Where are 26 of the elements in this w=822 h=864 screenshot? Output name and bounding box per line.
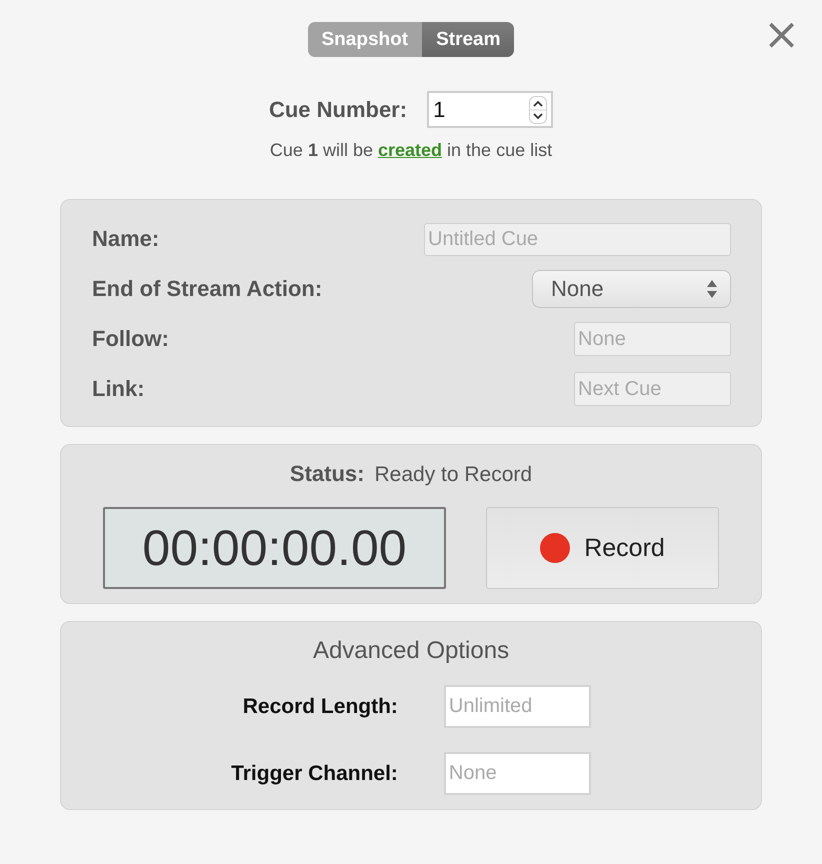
field-label: End of Stream Action: [92, 276, 322, 302]
status-text: Status: Ready to Record [288, 461, 534, 487]
text-field[interactable]: Next Cue [574, 372, 731, 406]
cue-number-label: Cue Number: [268, 96, 408, 122]
field-label: Record Length: [242, 694, 398, 718]
field-label: Follow: [92, 326, 169, 352]
mode-tab[interactable]: Stream [422, 22, 514, 57]
text-field[interactable]: Untitled Cue [424, 222, 731, 256]
record-icon [540, 533, 570, 563]
cue-number-field[interactable]: 1 [427, 91, 554, 128]
text-field[interactable]: None [444, 752, 591, 795]
field-label: Name: [92, 226, 160, 252]
record-button[interactable]: Record [486, 507, 719, 589]
field-label: Link: [92, 376, 145, 402]
stepper-icon [529, 96, 548, 124]
text-field[interactable]: None [574, 322, 731, 356]
text-field[interactable]: Unlimited [444, 685, 591, 728]
panel-title: Advanced Options [312, 637, 510, 665]
mode-tab[interactable]: Snapshot [308, 22, 422, 57]
field-label: Trigger Channel: [231, 762, 398, 786]
timer-display: 00:00:00.00 [103, 507, 446, 589]
close-button[interactable]: × [763, 20, 800, 50]
created-link[interactable]: created [378, 140, 442, 160]
up-down-arrows-icon [706, 279, 718, 299]
popup-button[interactable]: None [532, 270, 731, 308]
cue-note: Cue 1 will be created in the cue list [268, 140, 554, 161]
